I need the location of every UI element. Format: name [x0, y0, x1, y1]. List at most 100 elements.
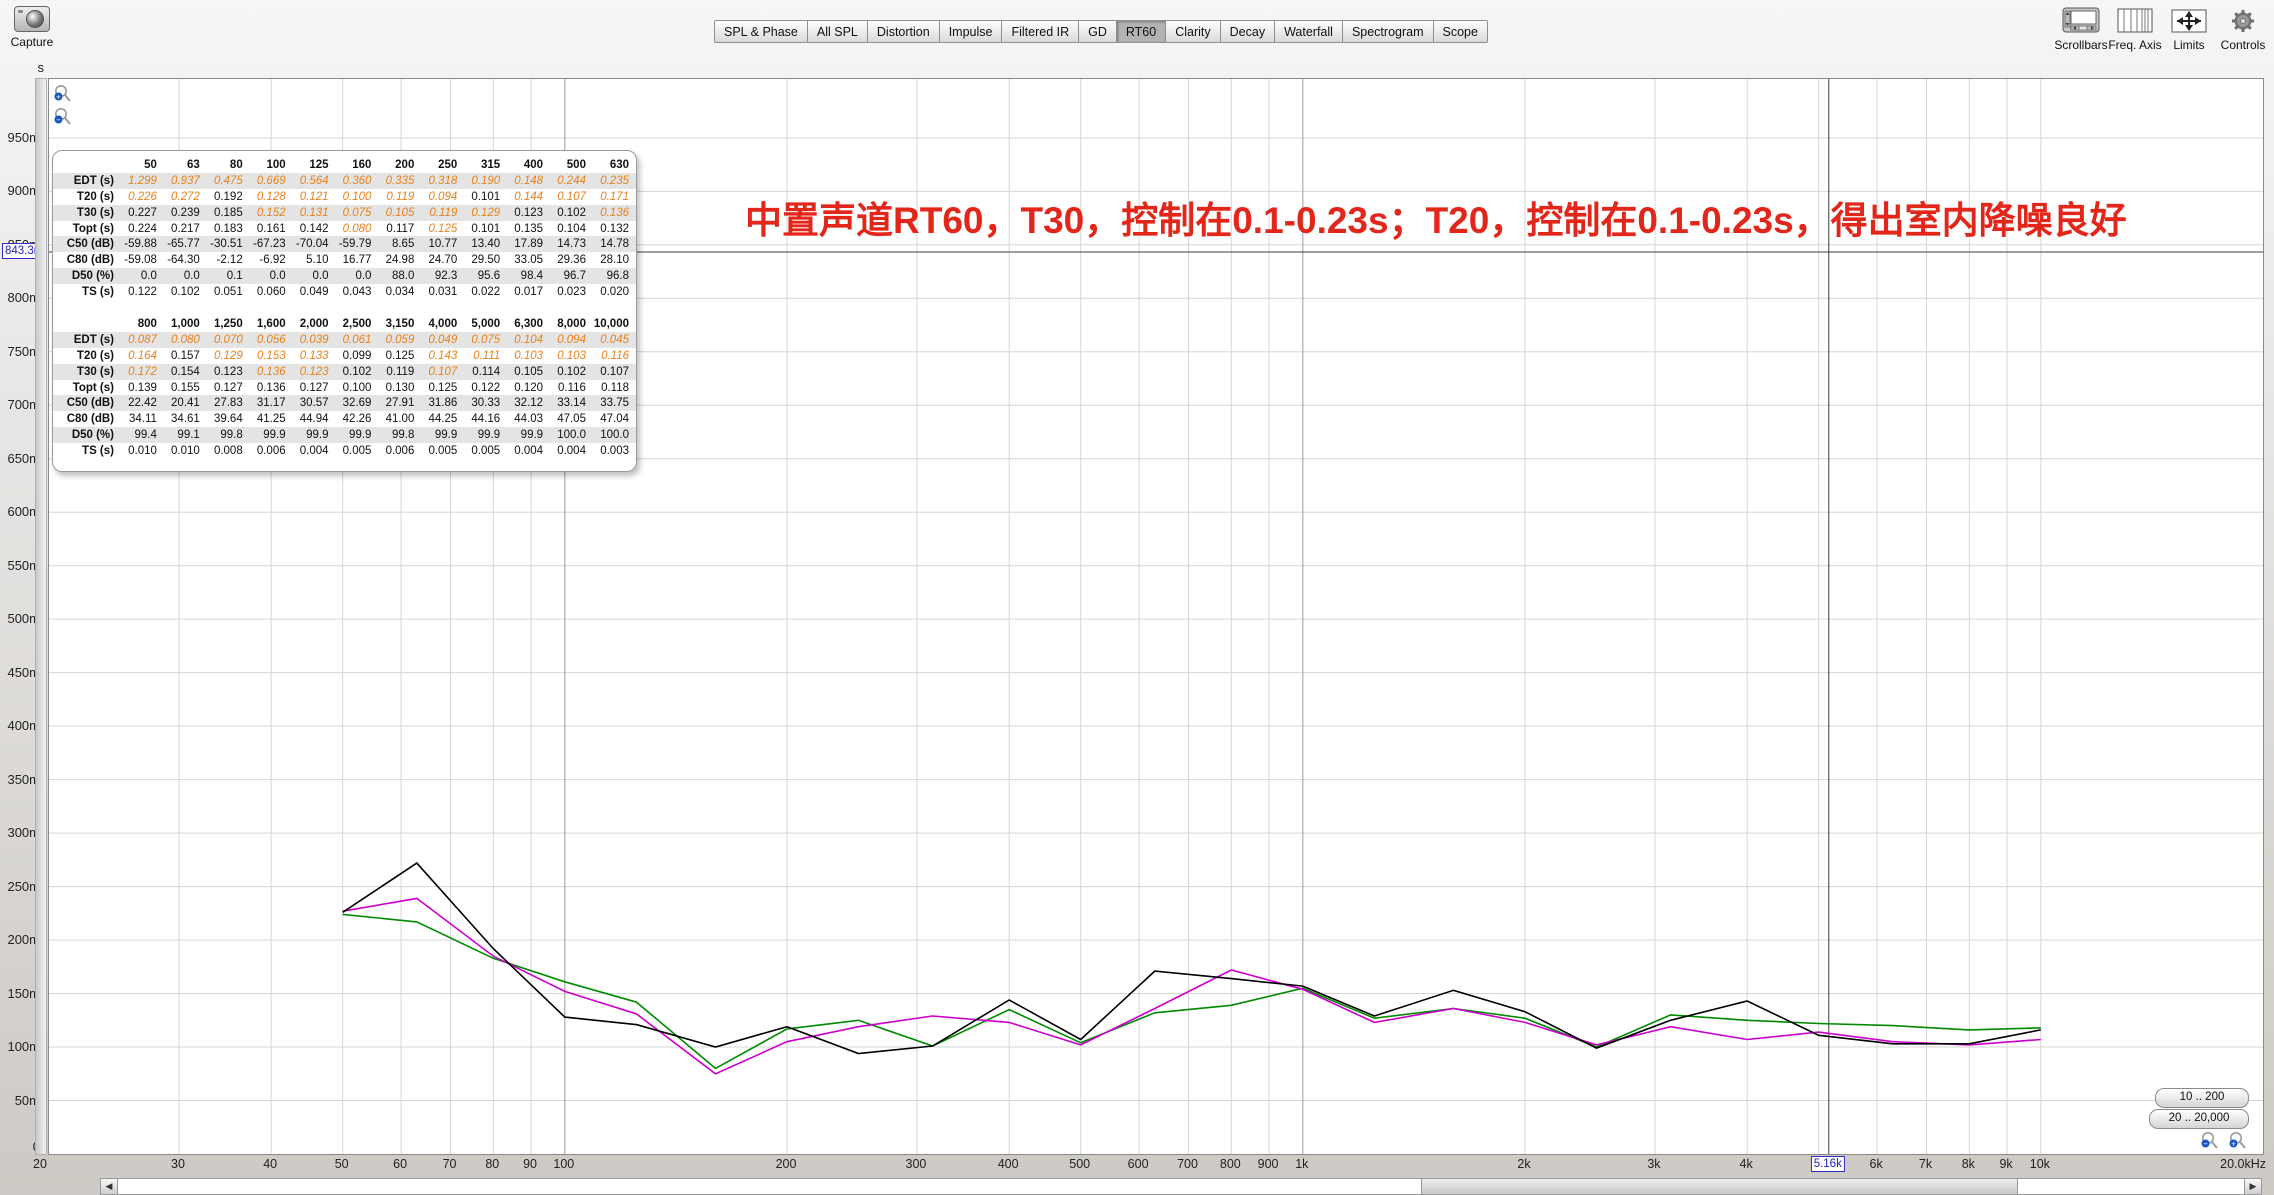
freq-column-header: 2,000	[293, 316, 336, 332]
table-cell: 0.114	[464, 364, 507, 380]
tab-waterfall[interactable]: Waterfall	[1275, 20, 1343, 43]
table-cell: 0.102	[550, 364, 593, 380]
table-cell: 0.475	[207, 173, 250, 189]
freq-column-header: 500	[550, 157, 593, 173]
table-cell: 0.272	[164, 189, 207, 205]
tab-gd[interactable]: GD	[1079, 20, 1117, 43]
row-label: C80 (dB)	[53, 411, 121, 427]
row-label: D50 (%)	[53, 427, 121, 443]
freq-range-button[interactable]: 20 .. 20,000	[2149, 1109, 2249, 1129]
zoom-out-x-icon[interactable]: −	[2200, 1131, 2220, 1151]
x-tick-label: 50	[335, 1157, 349, 1171]
table-cell: 31.17	[250, 395, 293, 411]
table-cell: -2.12	[207, 252, 250, 268]
table-cell: 17.89	[507, 236, 550, 252]
table-cell: 0.094	[550, 332, 593, 348]
table-cell: 0.133	[293, 348, 336, 364]
table-cell: 33.75	[593, 395, 636, 411]
table-cell: 0.043	[336, 284, 379, 300]
table-cell: 0.104	[507, 332, 550, 348]
row-label: T30 (s)	[53, 364, 121, 380]
table-cell: -65.77	[164, 236, 207, 252]
table-cell: 0.161	[250, 221, 293, 237]
cursor-freq-readout: 5.16k	[1811, 1156, 1845, 1172]
table-cell: 99.9	[250, 427, 293, 443]
tab-clarity[interactable]: Clarity	[1166, 20, 1220, 43]
y-tick-label: 800m	[0, 290, 40, 305]
tab-impulse[interactable]: Impulse	[940, 20, 1003, 43]
table-cell: 0.102	[550, 205, 593, 221]
table-cell: 0.075	[336, 205, 379, 221]
x-tick-label: 10k	[2030, 1157, 2050, 1171]
freq-column-header: 63	[164, 157, 207, 173]
table-cell: 0.132	[593, 221, 636, 237]
table-cell: 5.10	[293, 252, 336, 268]
y-tick-label: 200m	[0, 932, 40, 947]
table-cell: 0.111	[464, 348, 507, 364]
row-label: C50 (dB)	[53, 236, 121, 252]
x-tick-label: 1k	[1295, 1157, 1308, 1171]
table-cell: 0.120	[507, 380, 550, 396]
svg-text:−: −	[2203, 1140, 2208, 1149]
table-cell: 32.12	[507, 395, 550, 411]
x-tick-label: 60	[393, 1157, 407, 1171]
table-cell: 0.006	[250, 443, 293, 459]
frequency-axis-scrollbar[interactable]: ◀ ▶	[100, 1178, 2262, 1195]
zoom-out-y-icon[interactable]: −	[53, 107, 73, 127]
tab-spectrogram[interactable]: Spectrogram	[1343, 20, 1434, 43]
vertical-axis-scrollbar[interactable]	[35, 78, 47, 1155]
tab-decay[interactable]: Decay	[1221, 20, 1275, 43]
controls-button[interactable]: Controls	[2216, 4, 2270, 52]
table-cell: 0.183	[207, 221, 250, 237]
tab-distortion[interactable]: Distortion	[868, 20, 940, 43]
scrollbars-button[interactable]: Scrollbars	[2054, 4, 2108, 52]
table-cell: 0.937	[164, 173, 207, 189]
tab-spl-phase[interactable]: SPL & Phase	[714, 20, 808, 43]
zoom-in-y-icon[interactable]: +	[53, 84, 73, 104]
table-cell: 0.006	[378, 443, 421, 459]
tab-all-spl[interactable]: All SPL	[808, 20, 868, 43]
table-cell: 0.0	[121, 268, 164, 284]
freq-column-header: 80	[207, 157, 250, 173]
freq-column-header: 100	[250, 157, 293, 173]
table-cell: 0.564	[293, 173, 336, 189]
table-cell: 0.005	[336, 443, 379, 459]
x-tick-label: 7k	[1919, 1157, 1932, 1171]
scroll-left-arrow[interactable]: ◀	[101, 1179, 118, 1194]
table-cell: 0.192	[207, 189, 250, 205]
row-label: T30 (s)	[53, 205, 121, 221]
row-label: EDT (s)	[53, 332, 121, 348]
x-tick-label: 9k	[1999, 1157, 2012, 1171]
table-cell: 0.119	[378, 189, 421, 205]
table-cell: 41.25	[250, 411, 293, 427]
series-topt	[343, 914, 2041, 1068]
table-cell: 34.11	[121, 411, 164, 427]
capture-button[interactable]: Capture	[4, 6, 60, 49]
tab-scope[interactable]: Scope	[1434, 20, 1488, 43]
table-cell: 0.023	[550, 284, 593, 300]
table-cell: 0.227	[121, 205, 164, 221]
table-cell: 0.104	[550, 221, 593, 237]
freq-column-header: 3,150	[378, 316, 421, 332]
scroll-right-arrow[interactable]: ▶	[2244, 1179, 2261, 1194]
table-cell: 44.25	[421, 411, 464, 427]
row-label: EDT (s)	[53, 173, 121, 189]
y-range-button[interactable]: 10 .. 200	[2155, 1088, 2249, 1108]
limits-button[interactable]: Limits	[2162, 4, 2216, 52]
x-tick-label: 500	[1069, 1157, 1090, 1171]
freq-axis-button[interactable]: Freq. Axis	[2108, 4, 2162, 52]
tab-filtered-ir[interactable]: Filtered IR	[1002, 20, 1079, 43]
table-cell: 0.101	[464, 221, 507, 237]
table-cell: 0.105	[507, 364, 550, 380]
table-cell: 0.105	[378, 205, 421, 221]
table-cell: -30.51	[207, 236, 250, 252]
table-cell: 0.107	[593, 364, 636, 380]
table-cell: 0.217	[164, 221, 207, 237]
table-cell: 99.8	[207, 427, 250, 443]
zoom-in-x-icon[interactable]: +	[2228, 1131, 2248, 1151]
x-tick-label: 6k	[1870, 1157, 1883, 1171]
tab-rt60[interactable]: RT60	[1117, 20, 1166, 43]
table-cell: -6.92	[250, 252, 293, 268]
scrollbar-thumb[interactable]	[1421, 1179, 2018, 1194]
table-cell: 0.669	[250, 173, 293, 189]
